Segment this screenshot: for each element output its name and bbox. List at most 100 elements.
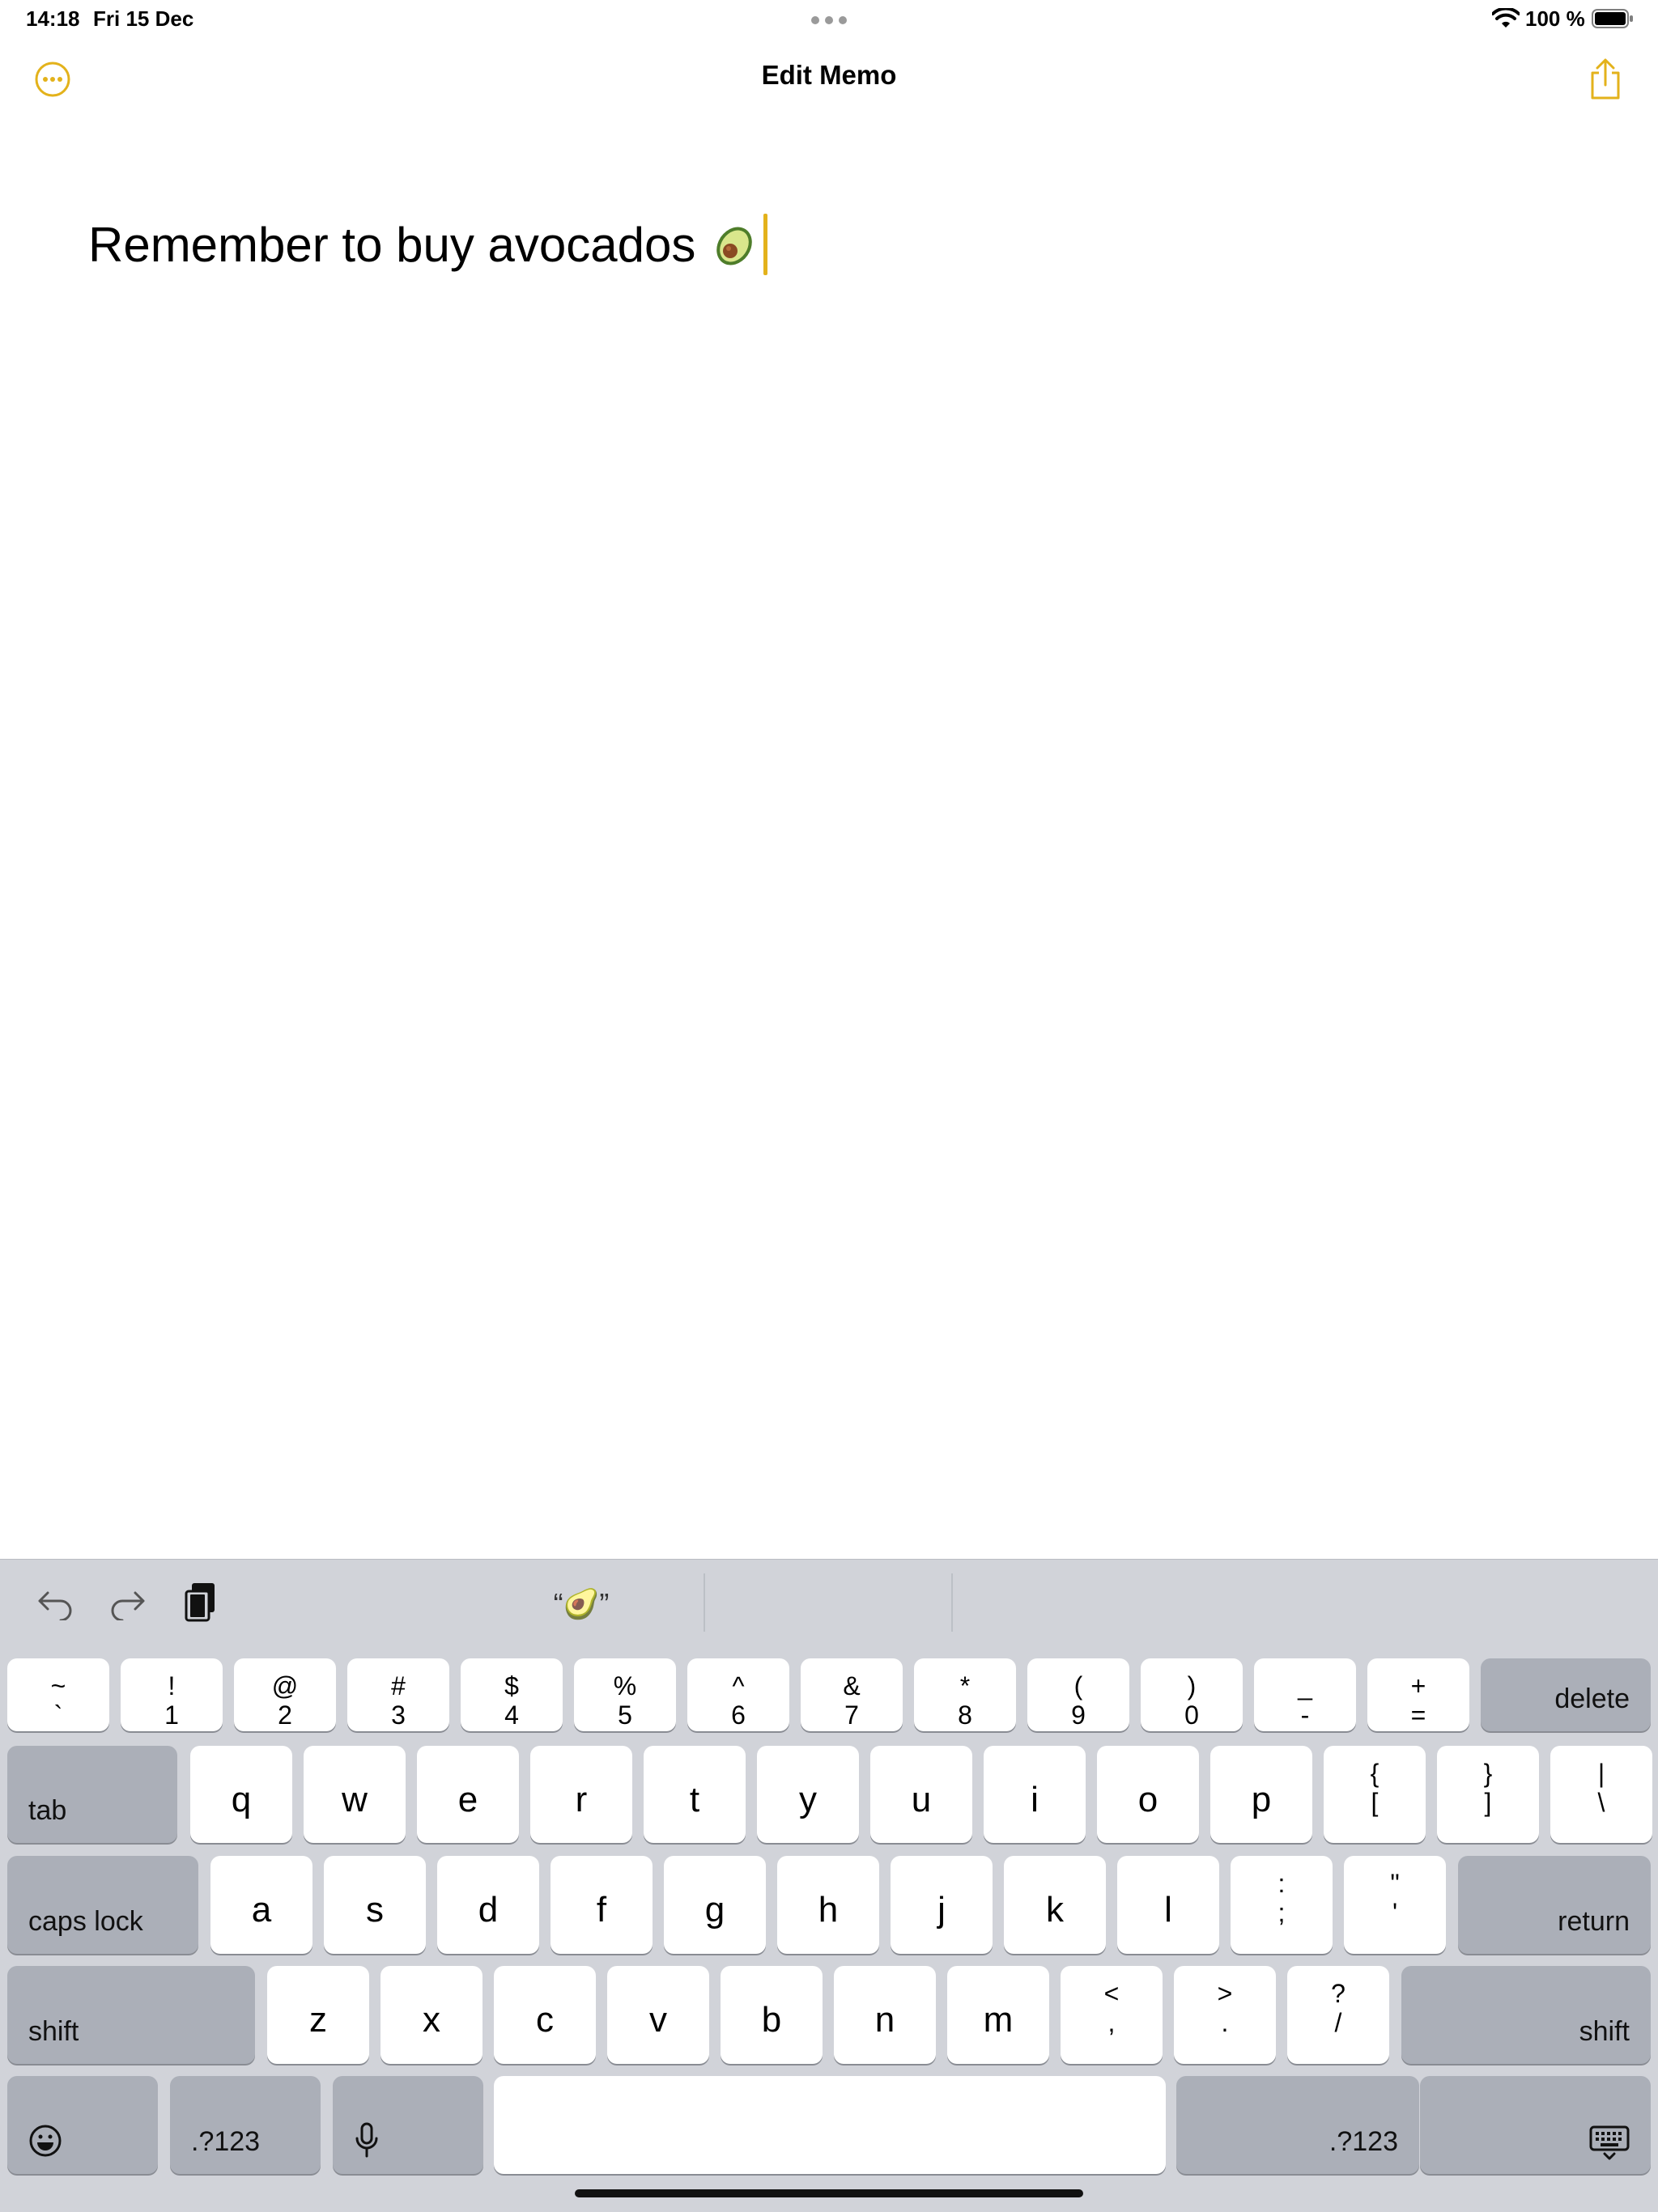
key-e[interactable]: e	[417, 1746, 519, 1843]
key-0[interactable]: ~ `	[7, 1658, 109, 1731]
key-l[interactable]: l	[1117, 1856, 1219, 1954]
key-label: 0	[1184, 1700, 1199, 1730]
key-shift-label: {	[1370, 1759, 1380, 1788]
paste-button[interactable]	[181, 1582, 221, 1623]
suggestion-divider	[951, 1573, 953, 1632]
key-n[interactable]: n	[834, 1966, 936, 2064]
tab-key[interactable]: tab	[7, 1746, 177, 1843]
undo-button[interactable]	[35, 1584, 75, 1624]
key-x[interactable]: x	[380, 1966, 483, 2064]
key-symbol-1[interactable]: }]	[1437, 1746, 1539, 1843]
memo-text-area[interactable]: Remember to buy avocados	[88, 214, 768, 275]
emoji-key[interactable]	[7, 2076, 158, 2174]
key-label: `	[53, 1700, 63, 1730]
key-m[interactable]: m	[947, 1966, 1049, 2064]
key-label: -	[1300, 1700, 1310, 1730]
key-label: ,	[1107, 2008, 1116, 2037]
avocado-icon	[716, 227, 753, 265]
home-indicator[interactable]	[575, 2189, 1083, 2197]
multitasking-dots-icon[interactable]	[811, 16, 847, 24]
keyboard-dismiss-key[interactable]	[1420, 2076, 1651, 2174]
key-label: a	[251, 1890, 272, 1930]
key-shift-label: ~	[50, 1671, 66, 1700]
key-u[interactable]: u	[870, 1746, 972, 1843]
numbers-key-left[interactable]: .?123	[170, 2076, 321, 2174]
key-i[interactable]: i	[984, 1746, 1086, 1843]
key-shift-label: %	[613, 1671, 637, 1700]
key-d[interactable]: d	[437, 1856, 539, 1954]
key-p[interactable]: p	[1210, 1746, 1312, 1843]
key-shift-label: (	[1073, 1671, 1083, 1700]
key-y[interactable]: y	[757, 1746, 859, 1843]
numbers-key-right[interactable]: .?123	[1176, 2076, 1419, 2174]
key-o[interactable]: o	[1097, 1746, 1199, 1843]
key-k[interactable]: k	[1004, 1856, 1106, 1954]
share-button[interactable]	[1581, 55, 1630, 104]
key-symbol-1[interactable]: >.	[1174, 1966, 1276, 2064]
key-shift-label: &	[843, 1671, 861, 1700]
microphone-icon	[355, 2122, 378, 2158]
key-label: 8	[958, 1700, 972, 1730]
key-label: t	[689, 1780, 700, 1819]
shift-left-key[interactable]: shift	[7, 1966, 255, 2064]
key-2[interactable]: @2	[234, 1658, 336, 1731]
key-7[interactable]: & 7	[801, 1658, 903, 1731]
key-s[interactable]: s	[324, 1856, 426, 1954]
key-h[interactable]: h	[777, 1856, 879, 1954]
return-key[interactable]: return	[1458, 1856, 1651, 1954]
key-symbol-0[interactable]: <,	[1061, 1966, 1163, 2064]
emoji-suggestion[interactable]: “🥑”	[502, 1582, 661, 1626]
key-label: ]	[1484, 1788, 1492, 1817]
key-label: j	[937, 1890, 946, 1930]
key-label: .	[1221, 2008, 1229, 2037]
key-symbol-2[interactable]: | \	[1550, 1746, 1652, 1843]
dictation-key[interactable]	[333, 2076, 483, 2174]
shift-right-key[interactable]: shift	[1401, 1966, 1651, 2064]
key-v[interactable]: v	[607, 1966, 709, 2064]
key-f[interactable]: f	[551, 1856, 653, 1954]
key-r[interactable]: r	[530, 1746, 632, 1843]
key-symbol-0[interactable]: {[	[1324, 1746, 1426, 1843]
key-label: 4	[504, 1700, 519, 1730]
key-label: k	[1046, 1890, 1064, 1930]
key-symbol-2[interactable]: ? /	[1287, 1966, 1389, 2064]
key-9[interactable]: (9	[1027, 1658, 1129, 1731]
key-q[interactable]: q	[190, 1746, 292, 1843]
key-label: p	[1251, 1780, 1272, 1819]
key-a[interactable]: a	[210, 1856, 312, 1954]
key-5[interactable]: % 5	[574, 1658, 676, 1731]
key-label: 6	[731, 1700, 746, 1730]
space-bar[interactable]	[494, 2076, 1166, 2174]
key-3[interactable]: #3	[347, 1658, 449, 1731]
key-10[interactable]: ) 0	[1141, 1658, 1243, 1731]
key-g[interactable]: g	[664, 1856, 766, 1954]
key-4[interactable]: $4	[461, 1658, 563, 1731]
key-8[interactable]: * 8	[914, 1658, 1016, 1731]
key-shift-label: |	[1597, 1759, 1605, 1788]
key-t[interactable]: t	[644, 1746, 746, 1843]
key-shift-label: <	[1103, 1979, 1120, 2008]
key-label: '	[1392, 1898, 1398, 1927]
key-label: h	[818, 1890, 839, 1930]
key-z[interactable]: z	[267, 1966, 369, 2064]
redo-button[interactable]	[108, 1584, 148, 1624]
key-w[interactable]: w	[304, 1746, 406, 1843]
key-label: ;	[1278, 1898, 1286, 1927]
key-shift-label: )	[1187, 1671, 1197, 1700]
key-label: c	[536, 2000, 554, 2040]
key-b[interactable]: b	[721, 1966, 823, 2064]
key-6[interactable]: ^ 6	[687, 1658, 789, 1731]
caps-lock-key[interactable]: caps lock	[7, 1856, 198, 1954]
key-label: 9	[1071, 1700, 1086, 1730]
key-11[interactable]: _ -	[1254, 1658, 1356, 1731]
key-symbol-1[interactable]: " '	[1344, 1856, 1446, 1954]
key-symbol-0[interactable]: :;	[1231, 1856, 1333, 1954]
key-label: 3	[391, 1700, 406, 1730]
key-label: y	[799, 1780, 817, 1819]
key-label: r	[575, 1780, 588, 1819]
key-j[interactable]: j	[891, 1856, 993, 1954]
key-12[interactable]: + =	[1367, 1658, 1469, 1731]
key-1[interactable]: ! 1	[121, 1658, 223, 1731]
delete-key[interactable]: delete	[1481, 1658, 1651, 1731]
key-c[interactable]: c	[494, 1966, 596, 2064]
